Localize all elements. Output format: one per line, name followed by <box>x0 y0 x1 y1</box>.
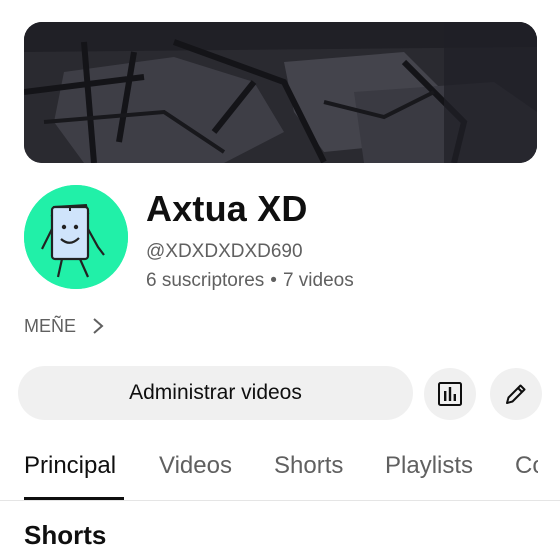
banner-image <box>24 22 537 163</box>
tab-principal[interactable]: Principal <box>24 452 116 480</box>
channel-stats: 6 suscriptores • 7 videos <box>146 270 354 292</box>
analytics-icon <box>438 382 462 406</box>
subscriber-count: 6 suscriptores <box>146 270 265 291</box>
channel-handle: @XDXDXDXD690 <box>146 241 303 262</box>
edit-channel-button[interactable] <box>490 368 542 420</box>
more-about-label: MEÑE <box>24 315 77 336</box>
tab-playlists[interactable]: Playlists <box>385 452 473 480</box>
analytics-button[interactable] <box>424 368 476 420</box>
more-about-link[interactable]: MEÑE <box>24 314 106 338</box>
tab-shorts[interactable]: Shorts <box>274 452 343 480</box>
channel-avatar[interactable] <box>24 185 128 289</box>
pencil-icon <box>506 384 526 404</box>
active-tab-indicator <box>24 497 124 500</box>
tab-videos[interactable]: Videos <box>159 452 232 480</box>
channel-name: Axtua XD <box>146 188 308 229</box>
manage-videos-button[interactable]: Administrar videos <box>18 366 413 420</box>
channel-banner <box>24 22 537 163</box>
chevron-right-icon <box>93 318 104 334</box>
video-count: 7 videos <box>282 270 354 291</box>
tab-community-label: Co <box>515 452 538 479</box>
avatar-drawing <box>24 185 128 289</box>
channel-tabs: Principal Videos Shorts Playlists Co <box>0 440 560 501</box>
stats-separator: • <box>270 270 277 291</box>
shorts-section-title: Shorts <box>24 520 107 550</box>
tab-community[interactable]: Co <box>515 452 538 488</box>
